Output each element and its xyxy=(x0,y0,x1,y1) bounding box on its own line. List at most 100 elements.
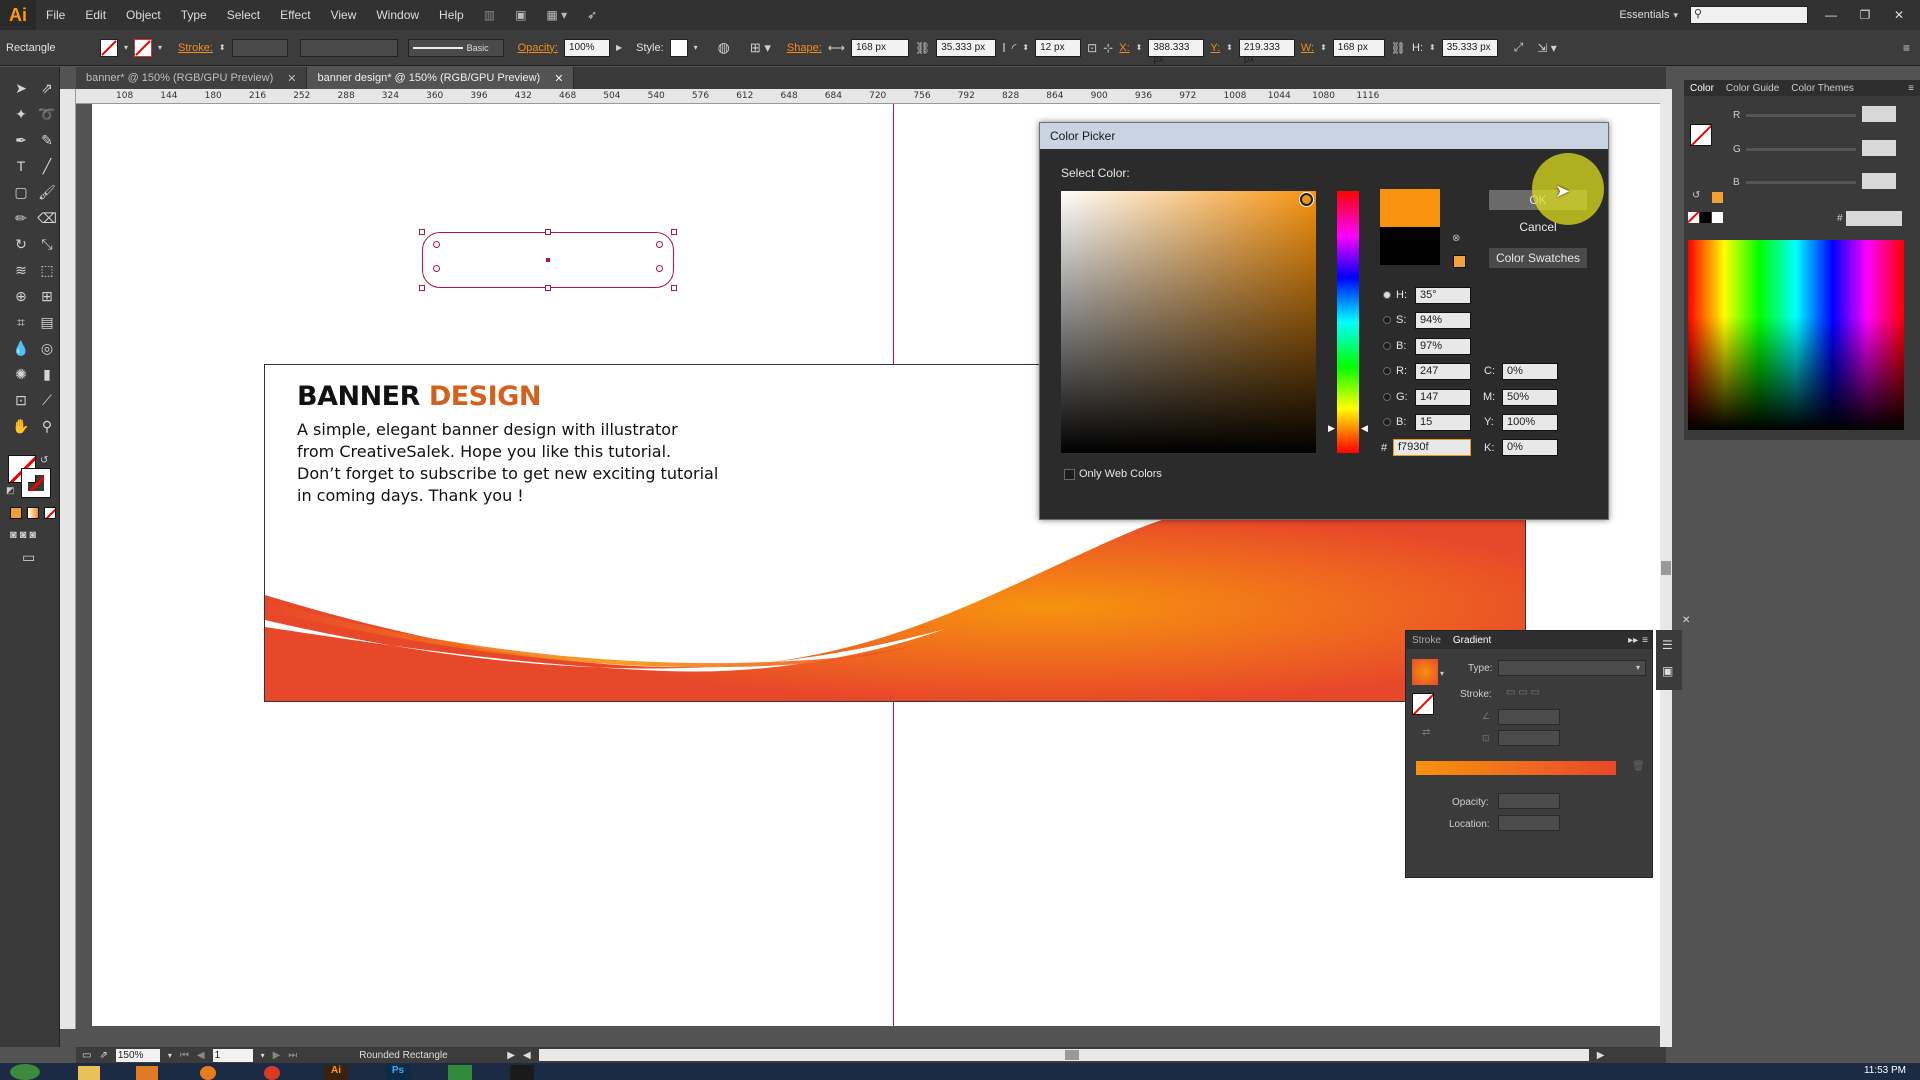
opacity-field[interactable]: 100% xyxy=(563,38,610,57)
line-tool-icon[interactable]: ╱ xyxy=(36,155,58,177)
lasso-tool-icon[interactable]: ➰ xyxy=(36,103,58,125)
hex-field[interactable]: f7930f xyxy=(1393,439,1471,456)
g-slider[interactable] xyxy=(1746,148,1856,151)
constrain-proportions-icon[interactable]: ⛓ xyxy=(1391,41,1406,55)
gradient-mode-button[interactable] xyxy=(27,507,39,519)
curvature-tool-icon[interactable]: ✎ xyxy=(36,129,58,151)
direct-selection-tool-icon[interactable]: ⇗ xyxy=(36,77,58,99)
vertical-scrollbar[interactable] xyxy=(1660,89,1672,1047)
black-swatch[interactable] xyxy=(1700,212,1711,223)
out-of-gamut-icon[interactable]: ⊗ xyxy=(1452,233,1460,244)
fill-stroke-indicator[interactable] xyxy=(1690,124,1712,146)
gradient-type-dropdown[interactable] xyxy=(1498,660,1646,676)
menu-edit[interactable]: Edit xyxy=(75,8,116,22)
none-swatch[interactable] xyxy=(1688,212,1699,223)
stepper-icon[interactable]: ⬍ xyxy=(1226,43,1233,52)
y-label[interactable]: Y: xyxy=(1210,42,1220,54)
gamut-swatch[interactable] xyxy=(1453,255,1466,268)
color-mode-button[interactable] xyxy=(10,507,22,519)
selection-handle[interactable] xyxy=(545,285,551,291)
tab-banner[interactable]: banner* @ 150% (RGB/GPU Preview) ✕ xyxy=(76,67,308,89)
zoom-field[interactable]: 150% xyxy=(115,1048,160,1062)
horizontal-ruler[interactable]: 108 144 180 216 252 288 324 360 396 432 468 504 540 5… xyxy=(76,89,1666,104)
gradient-tool-icon[interactable]: ▤ xyxy=(36,311,58,333)
transform-icon[interactable]: ⊡ xyxy=(1087,41,1097,55)
tab-color-guide[interactable]: Color Guide xyxy=(1720,83,1785,94)
reverse-gradient-icon[interactable]: ⇄ xyxy=(1422,727,1430,738)
chevron-right-icon[interactable]: ▶ xyxy=(616,43,622,52)
chevron-down-icon[interactable]: ▾ xyxy=(1636,663,1640,672)
selection-handle[interactable] xyxy=(671,229,677,235)
app-taskbar-icon[interactable] xyxy=(510,1065,534,1080)
stepper-icon[interactable]: ⬍ xyxy=(1320,43,1327,52)
previous-artboard-icon[interactable]: ◀ xyxy=(197,1050,205,1061)
type-tool-icon[interactable]: T xyxy=(10,155,32,177)
panel-menu-icon[interactable]: ≡ xyxy=(1642,635,1648,646)
h-field[interactable]: 35° xyxy=(1415,287,1471,304)
symbol-sprayer-tool-icon[interactable]: ✺ xyxy=(10,363,32,385)
blue-field[interactable]: 15 xyxy=(1415,414,1471,431)
tab-stroke[interactable]: Stroke xyxy=(1412,635,1441,646)
white-swatch[interactable] xyxy=(1712,212,1723,223)
paintbrush-tool-icon[interactable]: 🖌 xyxy=(36,181,58,203)
stroke-swatch[interactable] xyxy=(134,38,153,57)
s-radio[interactable] xyxy=(1383,316,1391,324)
menu-help[interactable]: Help xyxy=(429,8,474,22)
menu-type[interactable]: Type xyxy=(171,8,217,22)
shape-builder-tool-icon[interactable]: ⊕ xyxy=(10,285,32,307)
stroke-weight-field[interactable] xyxy=(231,38,288,57)
status-menu-icon[interactable]: ▶ xyxy=(507,1050,515,1061)
default-colors-icon[interactable]: ◩ xyxy=(6,485,15,496)
g-value-field[interactable] xyxy=(1862,140,1896,156)
location-field[interactable] xyxy=(1498,815,1560,831)
first-artboard-icon[interactable]: ⏮ xyxy=(180,1050,189,1061)
chevron-down-icon[interactable]: ▾ xyxy=(158,43,162,52)
b-radio[interactable] xyxy=(1383,342,1391,350)
menu-file[interactable]: File xyxy=(36,8,75,22)
column-graph-tool-icon[interactable]: ▮ xyxy=(36,363,58,385)
panel-menu-icon[interactable]: ≡ xyxy=(1908,83,1914,94)
scroll-right-icon[interactable]: ▶ xyxy=(1597,1050,1605,1061)
menu-effect[interactable]: Effect xyxy=(270,8,320,22)
corner-widget[interactable] xyxy=(433,265,440,272)
hue-slider[interactable] xyxy=(1337,191,1359,453)
close-icon[interactable]: ✕ xyxy=(287,72,296,85)
collapse-icon[interactable]: ▸▸ xyxy=(1628,635,1638,646)
rotate-tool-icon[interactable]: ↻ xyxy=(10,233,32,255)
color-swatches-button[interactable]: Color Swatches xyxy=(1488,247,1588,269)
x-field[interactable]: 388.333 px xyxy=(1148,38,1205,65)
x-label[interactable]: X: xyxy=(1119,42,1129,54)
tab-banner-design[interactable]: banner design* @ 150% (RGB/GPU Preview) … xyxy=(307,67,575,89)
arrange-documents-icon[interactable]: ▦ ▾ xyxy=(536,8,577,22)
draw-normal-icon[interactable]: ◙ ◙ ◙ xyxy=(10,529,36,541)
chevron-down-icon[interactable]: ▾ xyxy=(694,43,698,52)
shape-height-field[interactable]: 35.333 px xyxy=(936,38,997,57)
link-icon[interactable]: ⛓ xyxy=(915,41,930,55)
illustrator-taskbar-icon[interactable]: Ai xyxy=(324,1065,348,1080)
swap-icon[interactable]: ↺ xyxy=(1692,190,1700,201)
align-icon[interactable]: ⊞ ▾ xyxy=(750,40,771,56)
mesh-tool-icon[interactable]: ⌗ xyxy=(10,311,32,333)
h-label[interactable]: H: xyxy=(1412,42,1423,54)
color-field[interactable] xyxy=(1061,191,1316,453)
export-icon[interactable]: ⇗ xyxy=(99,1050,107,1061)
stroke-color-box[interactable] xyxy=(21,468,51,498)
corner-radius-field[interactable]: 12 px xyxy=(1035,38,1082,57)
selection-handle[interactable] xyxy=(419,285,425,291)
perspective-grid-tool-icon[interactable]: ⊞ xyxy=(36,285,58,307)
rectangle-tool-icon[interactable]: ▢ xyxy=(10,181,32,203)
photoshop-taskbar-icon[interactable]: Ps xyxy=(386,1065,410,1080)
selection-handle[interactable] xyxy=(419,229,425,235)
only-web-colors-checkbox[interactable] xyxy=(1064,469,1075,480)
angle-field[interactable] xyxy=(1498,709,1560,725)
none-mode-button[interactable] xyxy=(44,507,56,519)
shape-width-field[interactable]: 168 px xyxy=(850,38,909,57)
opacity-field[interactable] xyxy=(1498,793,1560,809)
screen-mode-icon[interactable]: ▭ xyxy=(22,549,35,566)
scroll-thumb[interactable] xyxy=(1661,561,1671,575)
fill-swatch[interactable] xyxy=(100,38,118,57)
b-value-field[interactable] xyxy=(1862,173,1896,189)
selection-tool-icon[interactable]: ➤ xyxy=(10,77,32,99)
hue-slider-handle-left[interactable]: ▶ xyxy=(1328,423,1335,434)
menu-window[interactable]: Window xyxy=(366,8,429,22)
